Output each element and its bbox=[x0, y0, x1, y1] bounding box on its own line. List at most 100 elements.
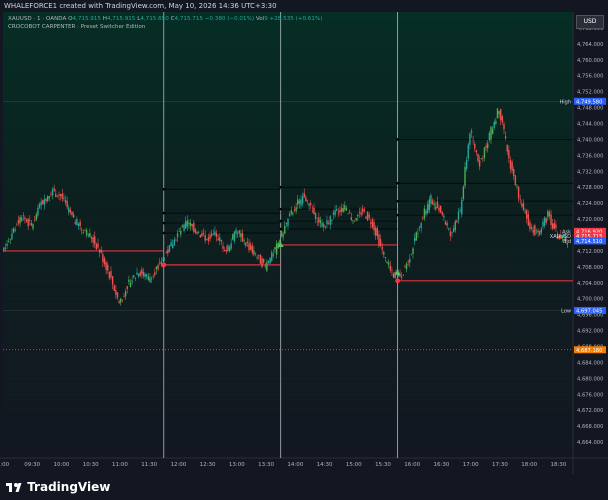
y-tick-label: 4,724.000 bbox=[577, 201, 603, 207]
candle-body bbox=[84, 230, 86, 232]
candle-body bbox=[392, 273, 395, 278]
candle-body bbox=[227, 245, 229, 251]
candle-body bbox=[275, 243, 278, 255]
candle-body bbox=[124, 291, 127, 297]
level-start-dot bbox=[396, 181, 399, 185]
candle-body bbox=[459, 209, 461, 211]
candle-body bbox=[43, 198, 46, 206]
candle-body bbox=[50, 194, 52, 195]
candle-body bbox=[141, 269, 143, 274]
candle-body bbox=[482, 157, 484, 159]
candle-body bbox=[332, 212, 335, 215]
candle-body bbox=[506, 144, 508, 152]
indicator-name[interactable]: CROCOBOT CARPENTER · Preset Switcher Edi… bbox=[8, 24, 145, 30]
candle-body bbox=[357, 214, 359, 217]
candle-body bbox=[323, 224, 325, 227]
candle-body bbox=[163, 259, 166, 261]
candle-body bbox=[63, 197, 65, 199]
candle-body bbox=[381, 246, 383, 250]
candle-body bbox=[194, 229, 197, 233]
level-start-dot bbox=[396, 213, 399, 217]
candle-body bbox=[202, 233, 205, 235]
candle-body bbox=[147, 276, 150, 280]
candle-body bbox=[92, 237, 94, 243]
candle-body bbox=[248, 243, 250, 251]
candle-body bbox=[464, 166, 466, 187]
candle-body bbox=[6, 243, 8, 246]
candle-body bbox=[439, 205, 442, 213]
candle-body bbox=[209, 235, 211, 239]
candle-body bbox=[144, 273, 146, 277]
candle-body bbox=[365, 216, 367, 219]
x-tick-label: 18:00 bbox=[521, 462, 537, 468]
chart-canvas[interactable]: 4,768.0004,764.0004,760.0004,756.0004,75… bbox=[0, 0, 608, 474]
candle-body bbox=[508, 150, 510, 159]
candle-body bbox=[243, 240, 245, 241]
candle-body bbox=[311, 210, 314, 212]
candle-body bbox=[196, 231, 198, 234]
candle-body bbox=[175, 240, 177, 242]
candle-body bbox=[189, 222, 192, 227]
candle-body bbox=[284, 225, 286, 234]
candle-body bbox=[454, 221, 456, 231]
candle-body bbox=[68, 207, 70, 213]
candle-body bbox=[149, 277, 151, 283]
candle-body bbox=[32, 224, 34, 229]
candle-body bbox=[176, 233, 179, 238]
footer-brand[interactable]: TradingView bbox=[27, 480, 110, 494]
candle-body bbox=[491, 128, 494, 134]
candle-body bbox=[431, 200, 434, 205]
price-label-value: 4,687.180 bbox=[576, 348, 602, 354]
candle-body bbox=[220, 239, 223, 242]
candle-body bbox=[40, 201, 42, 206]
volume-change: +28.535 (+0.61%) bbox=[269, 16, 323, 22]
candle-body bbox=[20, 217, 23, 222]
candle-body bbox=[501, 116, 504, 123]
candle-body bbox=[42, 200, 44, 205]
candle-body bbox=[469, 133, 471, 145]
currency-button[interactable]: USD bbox=[576, 15, 604, 29]
candle-body bbox=[310, 203, 312, 205]
candle-body bbox=[233, 231, 236, 242]
candle-body bbox=[82, 231, 85, 233]
candle-body bbox=[107, 264, 109, 271]
y-tick-label: 4,732.000 bbox=[577, 169, 603, 175]
candle-body bbox=[262, 258, 265, 263]
candle-body bbox=[128, 279, 130, 282]
candle-body bbox=[113, 285, 115, 291]
candle-body bbox=[271, 252, 273, 261]
candle-body bbox=[386, 261, 388, 263]
level-start-dot bbox=[162, 211, 166, 215]
candle-body bbox=[519, 199, 521, 201]
candle-body bbox=[540, 228, 543, 233]
tradingview-logo-icon bbox=[6, 483, 22, 492]
candle-body bbox=[410, 253, 413, 255]
symbol-label[interactable]: XAUUSD · 1 · OANDA bbox=[8, 16, 66, 22]
candle-body bbox=[204, 235, 206, 241]
x-tick-label: 16:00 bbox=[404, 462, 420, 468]
candle-body bbox=[102, 254, 104, 263]
candle-body bbox=[261, 258, 263, 268]
candle-body bbox=[550, 214, 552, 226]
candle-body bbox=[509, 160, 512, 169]
candle-body bbox=[188, 222, 190, 225]
candle-body bbox=[384, 257, 387, 258]
candle-body bbox=[81, 229, 83, 231]
candle-body bbox=[150, 278, 153, 280]
y-tick-label: 4,672.000 bbox=[577, 408, 603, 414]
open-value: 4,715.915 bbox=[72, 16, 101, 22]
close-value: 4,715.715 bbox=[174, 16, 203, 22]
candle-body bbox=[376, 228, 379, 236]
candle-body bbox=[366, 211, 369, 221]
candle-body bbox=[543, 217, 546, 226]
x-tick-label: 11:00 bbox=[112, 462, 128, 468]
candle-body bbox=[214, 231, 216, 236]
signal-sell-marker bbox=[395, 278, 401, 284]
candle-body bbox=[254, 253, 257, 255]
x-tick-label: 10:30 bbox=[83, 462, 99, 468]
candle-body bbox=[19, 217, 21, 224]
y-tick-label: 4,676.000 bbox=[577, 392, 603, 398]
candle-body bbox=[22, 215, 24, 217]
candle-body bbox=[108, 271, 111, 279]
candle-body bbox=[121, 299, 124, 301]
